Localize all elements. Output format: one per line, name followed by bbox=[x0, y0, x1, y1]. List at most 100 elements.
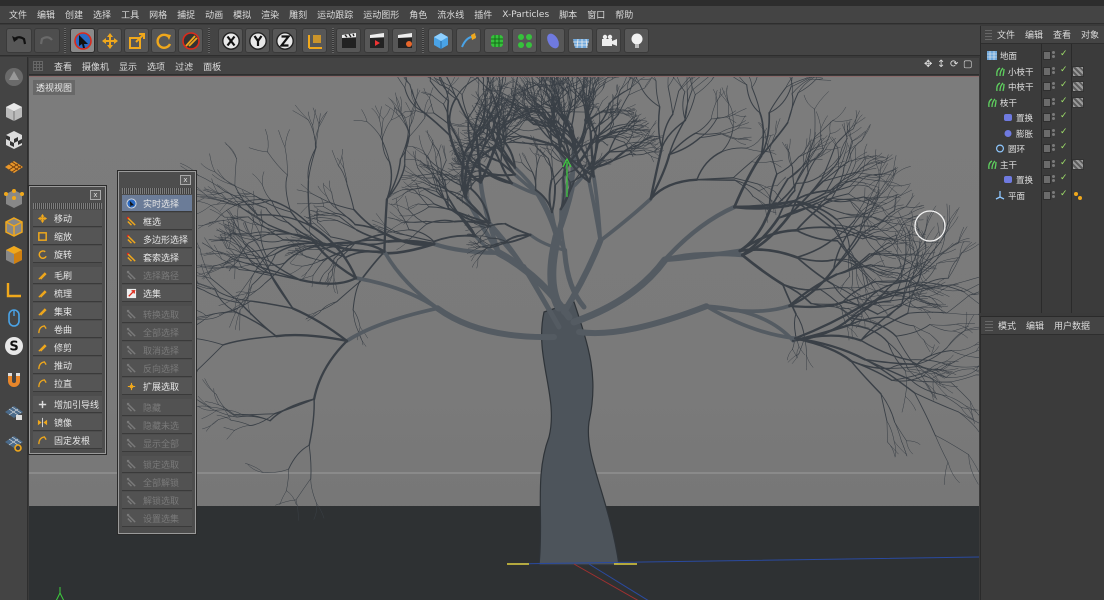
object-name[interactable]: 膨胀 bbox=[1016, 128, 1033, 140]
object-row[interactable]: 圆环 ✓ bbox=[981, 141, 1104, 157]
subdivision-surface-button[interactable] bbox=[484, 28, 509, 53]
material-tag-icon[interactable] bbox=[1072, 96, 1084, 108]
object-name[interactable]: 中枝干 bbox=[1008, 81, 1034, 93]
object-row[interactable]: 小枝干 ✓ bbox=[981, 64, 1104, 80]
tweak-mode-button[interactable] bbox=[1, 305, 27, 331]
enabled-check-icon[interactable]: ✓ bbox=[1060, 80, 1068, 90]
hair-tool-item[interactable]: 修剪 bbox=[33, 339, 102, 356]
enabled-check-icon[interactable]: ✓ bbox=[1060, 111, 1068, 121]
menu-item-7[interactable]: 动画 bbox=[200, 8, 228, 21]
hair-tool-item[interactable]: 增加引导线 bbox=[33, 396, 102, 413]
menu-item-11[interactable]: 运动跟踪 bbox=[312, 8, 358, 21]
pen-spline-button[interactable] bbox=[456, 28, 481, 53]
redo-button[interactable] bbox=[34, 28, 60, 53]
snap-toggle-button[interactable]: S bbox=[1, 333, 27, 359]
enabled-check-icon[interactable]: ✓ bbox=[1060, 49, 1068, 59]
object-name[interactable]: 置换 bbox=[1016, 174, 1033, 186]
live-select-tool-button[interactable] bbox=[70, 28, 95, 53]
object-menu-item-0[interactable]: 文件 bbox=[992, 28, 1020, 41]
object-row[interactable]: 中枝干 ✓ bbox=[981, 79, 1104, 95]
attribute-menu-item-2[interactable]: 用户数据 bbox=[1049, 319, 1095, 332]
viewport-menu-item-1[interactable]: 摄像机 bbox=[77, 60, 114, 73]
object-name[interactable]: 枝干 bbox=[1000, 97, 1017, 109]
camera-object-button[interactable] bbox=[596, 28, 621, 53]
enabled-check-icon[interactable]: ✓ bbox=[1060, 189, 1068, 199]
object-row[interactable]: 地面 ✓ bbox=[981, 48, 1104, 64]
workplane-mode-button[interactable] bbox=[1, 154, 27, 180]
hair-tool-item[interactable]: 固定发根 bbox=[33, 432, 102, 449]
enabled-check-icon[interactable]: ✓ bbox=[1060, 65, 1068, 75]
locked-workplane-button[interactable] bbox=[1, 399, 27, 425]
hair-brush-tool-button[interactable] bbox=[178, 28, 203, 53]
selection-tool-item[interactable]: 框选 bbox=[122, 213, 192, 230]
move-view-icon[interactable]: ✥ bbox=[924, 60, 934, 70]
object-menu-item-3[interactable]: 对象 bbox=[1076, 28, 1104, 41]
enabled-check-icon[interactable]: ✓ bbox=[1060, 173, 1068, 183]
menu-item-6[interactable]: 捕捉 bbox=[172, 8, 200, 21]
viewport-menu-item-4[interactable]: 过滤 bbox=[170, 60, 198, 73]
panel-titlebar[interactable]: x bbox=[119, 172, 195, 188]
enabled-check-icon[interactable]: ✓ bbox=[1060, 158, 1068, 168]
rotate-view-icon[interactable]: ⟳ bbox=[950, 60, 960, 70]
polygons-mode-button[interactable] bbox=[1, 242, 27, 268]
visibility-dots[interactable] bbox=[1052, 144, 1056, 153]
tag-icons[interactable] bbox=[1073, 191, 1083, 201]
object-row[interactable]: 膨胀 ✓ bbox=[981, 126, 1104, 142]
menu-item-9[interactable]: 渲染 bbox=[256, 8, 284, 21]
object-name[interactable]: 小枝干 bbox=[1008, 66, 1034, 78]
visibility-dots[interactable] bbox=[1052, 190, 1056, 200]
floor-environment-button[interactable] bbox=[568, 28, 593, 53]
menu-item-4[interactable]: 工具 bbox=[116, 8, 144, 21]
viewport-menu-item-3[interactable]: 选项 bbox=[142, 60, 170, 73]
panel-grip[interactable] bbox=[33, 203, 102, 209]
z-axis-lock-button[interactable] bbox=[272, 28, 297, 53]
visibility-dots[interactable] bbox=[1052, 97, 1056, 107]
layer-toggle[interactable] bbox=[1043, 190, 1051, 200]
zoom-view-icon[interactable]: ↕ bbox=[937, 60, 947, 70]
scale-tool-button[interactable] bbox=[124, 28, 149, 53]
panel-titlebar[interactable]: x bbox=[30, 187, 105, 203]
light-object-button[interactable] bbox=[624, 28, 649, 53]
visibility-dots[interactable] bbox=[1052, 175, 1056, 184]
object-menu-item-1[interactable]: 编辑 bbox=[1020, 28, 1048, 41]
object-name[interactable]: 地面 bbox=[1000, 50, 1017, 62]
render-to-picture-viewer-button[interactable] bbox=[364, 28, 389, 53]
object-row[interactable]: 置换 ✓ bbox=[981, 110, 1104, 126]
selection-tool-item[interactable]: 选集 bbox=[122, 285, 192, 302]
x-axis-lock-button[interactable] bbox=[218, 28, 243, 53]
hair-tool-item[interactable]: 卷曲 bbox=[33, 321, 102, 338]
selection-tool-item[interactable]: 多边形选择 bbox=[122, 231, 192, 248]
hair-tool-item[interactable]: 旋转 bbox=[33, 246, 102, 263]
object-row[interactable]: 主干 ✓ bbox=[981, 157, 1104, 173]
object-menu-item-2[interactable]: 查看 bbox=[1048, 28, 1076, 41]
model-mode-button[interactable] bbox=[1, 99, 27, 125]
menu-item-16[interactable]: X-Particles bbox=[497, 10, 554, 20]
edges-mode-button[interactable] bbox=[1, 214, 27, 240]
viewport-menu-item-2[interactable]: 显示 bbox=[114, 60, 142, 73]
material-tag-icon[interactable] bbox=[1072, 158, 1084, 170]
object-name[interactable]: 平面 bbox=[1008, 190, 1025, 202]
coordinate-system-button[interactable] bbox=[302, 28, 327, 53]
enabled-check-icon[interactable]: ✓ bbox=[1060, 96, 1068, 106]
visibility-dots[interactable] bbox=[1052, 113, 1056, 122]
layer-toggle[interactable] bbox=[1043, 66, 1051, 76]
cube-object-button[interactable] bbox=[428, 28, 453, 53]
viewport-menu-item-5[interactable]: 面板 bbox=[198, 60, 226, 73]
selection-tool-item[interactable]: 套索选择 bbox=[122, 249, 192, 266]
menu-item-19[interactable]: 帮助 bbox=[610, 8, 638, 21]
object-name[interactable]: 圆环 bbox=[1008, 143, 1025, 155]
axis-mode-button[interactable] bbox=[1, 277, 27, 303]
magnet-snap-button[interactable] bbox=[1, 367, 27, 393]
array-cloner-button[interactable] bbox=[512, 28, 537, 53]
menu-item-18[interactable]: 窗口 bbox=[582, 8, 610, 21]
points-mode-button[interactable] bbox=[1, 186, 27, 212]
menu-item-12[interactable]: 运动图形 bbox=[358, 8, 404, 21]
layer-toggle[interactable] bbox=[1043, 82, 1051, 91]
visibility-dots[interactable] bbox=[1052, 128, 1056, 138]
attribute-menu-item-0[interactable]: 模式 bbox=[993, 319, 1021, 332]
deformer-button[interactable] bbox=[540, 28, 565, 53]
menu-item-17[interactable]: 脚本 bbox=[554, 8, 582, 21]
menu-item-10[interactable]: 雕刻 bbox=[284, 8, 312, 21]
object-row[interactable]: 平面 ✓ bbox=[981, 188, 1104, 204]
object-name[interactable]: 置换 bbox=[1016, 112, 1033, 124]
